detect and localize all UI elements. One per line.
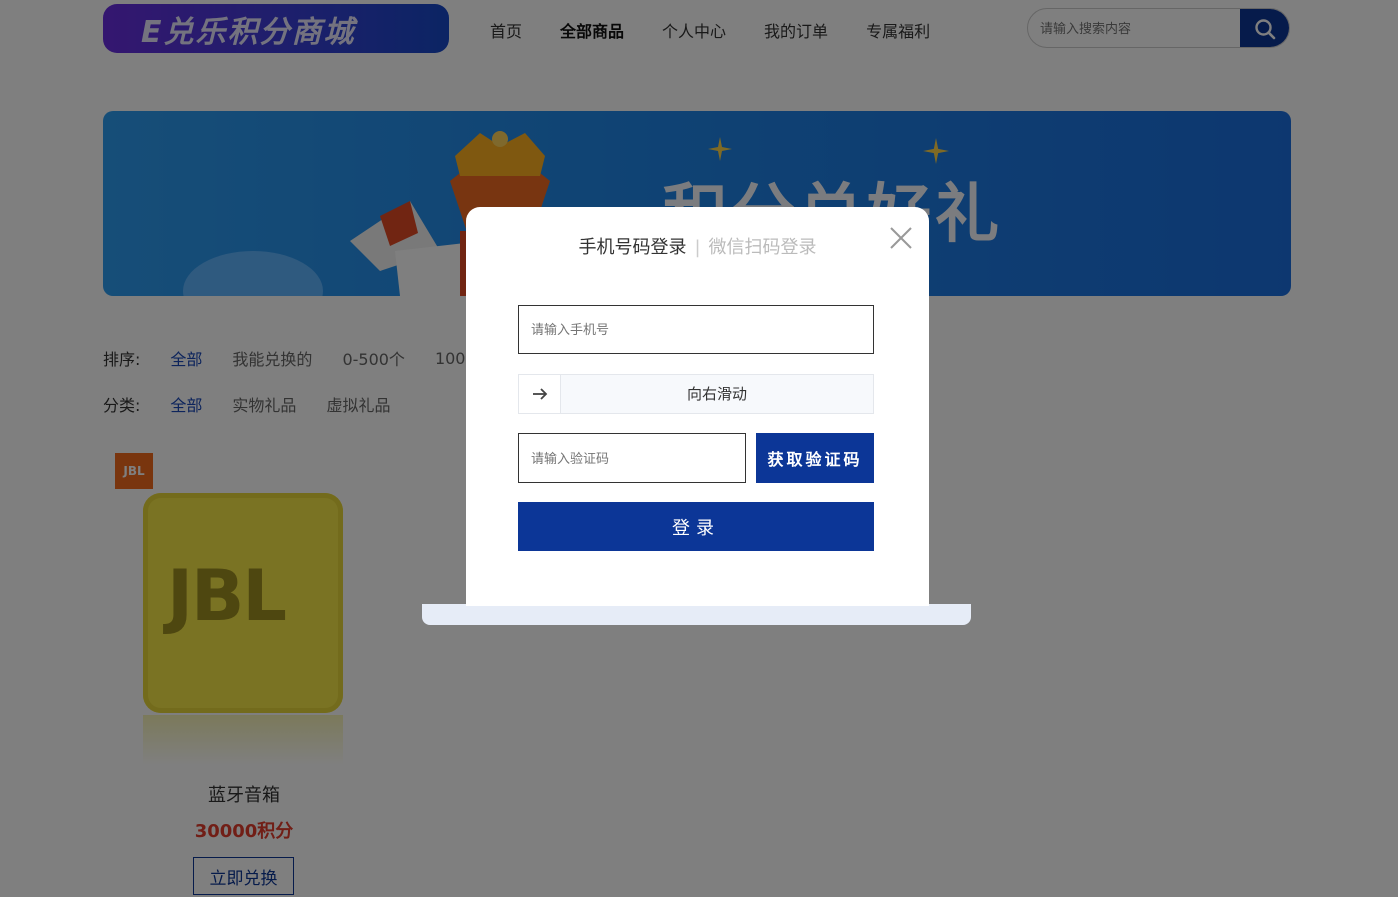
tab-phone-login[interactable]: 手机号码登录 — [578, 237, 686, 258]
slider-text: 向右滑动 — [686, 385, 747, 403]
tab-separator: | — [694, 237, 701, 258]
tab-wechat-login[interactable]: 微信扫码登录 — [709, 237, 817, 258]
login-modal: 手机号码登录 | 微信扫码登录 向右滑动 获取验证码 登录 — [466, 207, 929, 606]
slider-handle[interactable] — [519, 375, 561, 413]
phone-field — [518, 305, 874, 354]
code-field — [518, 433, 746, 483]
slide-verify: 向右滑动 — [518, 374, 874, 414]
get-code-button[interactable]: 获取验证码 — [756, 433, 874, 483]
modal-base — [422, 604, 971, 625]
login-tabs: 手机号码登录 | 微信扫码登录 — [466, 233, 929, 259]
verification-code-input[interactable] — [519, 434, 745, 482]
arrow-right-icon — [532, 388, 547, 400]
close-icon[interactable] — [889, 226, 913, 250]
login-button[interactable]: 登录 — [518, 502, 874, 551]
phone-input[interactable] — [519, 306, 873, 353]
